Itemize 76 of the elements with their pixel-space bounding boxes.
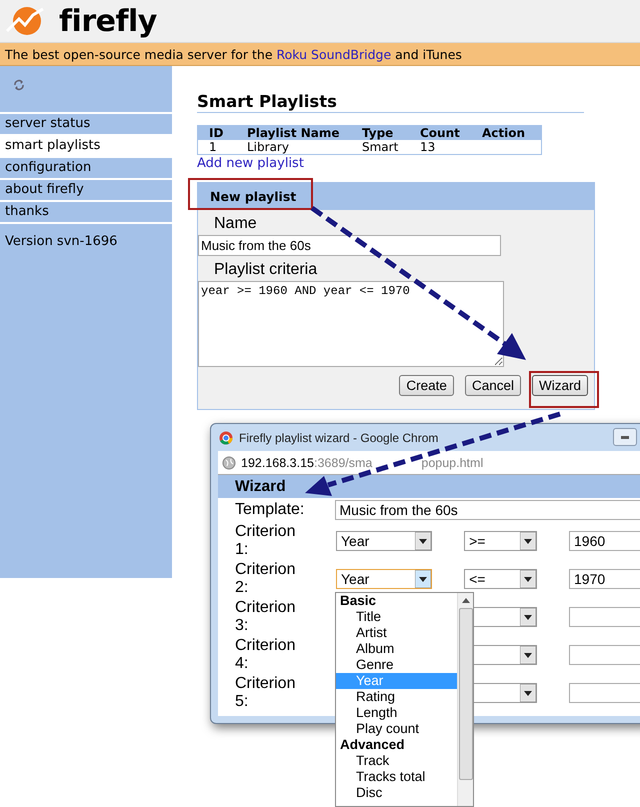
option-group-label: Advanced bbox=[339, 737, 406, 753]
logo-text: firefly bbox=[59, 4, 157, 38]
sidebar-item[interactable]: about firefly bbox=[0, 178, 172, 200]
criterion-label: Criterion 3: bbox=[234, 599, 296, 635]
table-cell-text: 1 bbox=[209, 140, 218, 154]
sidebar-item[interactable]: thanks bbox=[0, 200, 172, 222]
template-label: Template: bbox=[234, 501, 306, 519]
option-group-label: Basic bbox=[339, 593, 378, 609]
criterion-label: Criterion 4: bbox=[234, 637, 296, 673]
criterion-label: Criterion 2: bbox=[234, 561, 296, 597]
dropdown-option[interactable]: Artist bbox=[336, 625, 457, 641]
dropdown-option[interactable]: Play count bbox=[336, 721, 457, 737]
scroll-thumb[interactable] bbox=[458, 608, 472, 780]
template-input[interactable]: Music from the 60s bbox=[334, 500, 640, 520]
dropdown-option[interactable]: Title bbox=[336, 609, 457, 625]
dropdown-arrow-icon bbox=[520, 684, 536, 702]
scrollbar[interactable] bbox=[457, 593, 473, 806]
dropdown-option[interactable]: Track bbox=[336, 753, 457, 769]
sidebar-item[interactable]: smart playlists bbox=[0, 134, 172, 156]
name-label: Name bbox=[213, 214, 258, 232]
value-input[interactable] bbox=[569, 683, 640, 703]
refresh-icon[interactable] bbox=[13, 79, 25, 91]
value-input[interactable] bbox=[569, 645, 640, 665]
dropdown-option[interactable]: Length bbox=[336, 705, 457, 721]
value-input[interactable]: 1970 bbox=[569, 569, 640, 589]
scroll-up-icon bbox=[462, 598, 470, 603]
dropdown-arrow-icon bbox=[520, 646, 536, 664]
operator-select[interactable]: <= bbox=[464, 569, 537, 589]
criterion-label: Criterion 5: bbox=[234, 675, 296, 711]
criteria-input[interactable]: year >= 1960 AND year <= 1970 bbox=[198, 281, 504, 367]
column-header: Type bbox=[362, 126, 394, 140]
page-title: Smart Playlists bbox=[197, 92, 584, 113]
globe-icon bbox=[222, 456, 236, 470]
dropdown-arrow-icon bbox=[520, 608, 536, 626]
logo-icon bbox=[5, 5, 45, 37]
column-header: ID bbox=[209, 126, 224, 140]
field-select[interactable]: Year bbox=[336, 569, 432, 589]
column-header: Count bbox=[420, 126, 461, 140]
form-button[interactable]: Wizard bbox=[532, 375, 588, 396]
dropdown-option[interactable]: Genre bbox=[336, 657, 457, 673]
minimize-button[interactable] bbox=[613, 428, 637, 446]
value-input[interactable]: 1960 bbox=[569, 531, 640, 551]
table-cell-text: 13 bbox=[420, 140, 436, 154]
operator-select[interactable]: >= bbox=[464, 531, 537, 551]
dropdown-arrow-icon bbox=[520, 532, 536, 550]
dropdown-option[interactable]: Rating bbox=[336, 689, 457, 705]
name-input[interactable]: Music from the 60s bbox=[198, 235, 501, 256]
form-button[interactable]: Create bbox=[399, 375, 454, 396]
tagline: The best open-source media server for the Roku SoundBridge and iTunes bbox=[5, 46, 462, 62]
add-playlist-link[interactable]: Add new playlist bbox=[197, 156, 304, 171]
dropdown-option[interactable]: Album bbox=[336, 641, 457, 657]
wizard-title: Wizard bbox=[235, 478, 286, 495]
criteria-label: Playlist criteria bbox=[213, 260, 318, 278]
window-title: Firefly playlist wizard - Google Chrom bbox=[239, 430, 438, 444]
dropdown-arrow-icon bbox=[520, 570, 536, 588]
panel-title: New playlist bbox=[210, 189, 296, 204]
dropdown-option[interactable]: Disc bbox=[336, 785, 457, 801]
column-header: Action bbox=[482, 126, 526, 140]
dropdown-arrow-icon bbox=[415, 532, 432, 550]
dropdown-arrow-icon bbox=[415, 570, 432, 588]
form-button[interactable]: Cancel bbox=[464, 375, 521, 396]
criterion-label: Criterion 1: bbox=[234, 523, 296, 559]
minimize-icon bbox=[621, 436, 629, 438]
version-text: Version svn-1696 bbox=[0, 222, 172, 259]
field-select[interactable]: Year bbox=[336, 531, 432, 551]
soundbridge-link[interactable]: Roku SoundBridge bbox=[276, 46, 392, 62]
table-cell-text: Smart bbox=[362, 140, 400, 154]
table-cell-text: Library bbox=[247, 140, 290, 154]
column-header: Playlist Name bbox=[247, 126, 341, 140]
highlight-frame bbox=[529, 371, 599, 408]
value-input[interactable] bbox=[569, 607, 640, 627]
sidebar-item[interactable]: configuration bbox=[0, 156, 172, 178]
chrome-icon bbox=[219, 430, 233, 444]
dropdown-option[interactable]: Tracks total bbox=[336, 769, 457, 785]
url-text: 192.168.3.15:3689/sma bbox=[241, 456, 372, 470]
url-text: popup.html bbox=[421, 456, 484, 470]
